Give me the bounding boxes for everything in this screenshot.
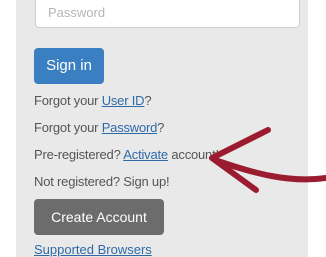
supported-browsers-link[interactable]: Supported Browsers — [34, 242, 152, 257]
forgot-password-text: Forgot your Password? — [34, 120, 164, 135]
activate-suffix: account! — [167, 147, 219, 162]
sign-in-button[interactable]: Sign in — [34, 48, 104, 84]
password-link[interactable]: Password — [102, 120, 158, 135]
user-id-link[interactable]: User ID — [102, 93, 145, 108]
not-registered-text: Not registered? Sign up! — [34, 174, 170, 189]
create-account-button[interactable]: Create Account — [34, 199, 164, 235]
activate-link[interactable]: Activate — [123, 147, 168, 162]
preregistered-prefix: Pre-registered? — [34, 147, 124, 162]
forgot-password-suffix: ? — [157, 120, 165, 135]
password-field[interactable]: Password — [35, 0, 300, 28]
forgot-password-prefix: Forgot your — [34, 120, 102, 135]
forgot-user-suffix: ? — [144, 93, 152, 108]
forgot-user-id-text: Forgot your User ID? — [34, 93, 152, 108]
preregistered-text: Pre-registered? Activate account! — [34, 147, 219, 162]
forgot-user-prefix: Forgot your — [34, 93, 102, 108]
